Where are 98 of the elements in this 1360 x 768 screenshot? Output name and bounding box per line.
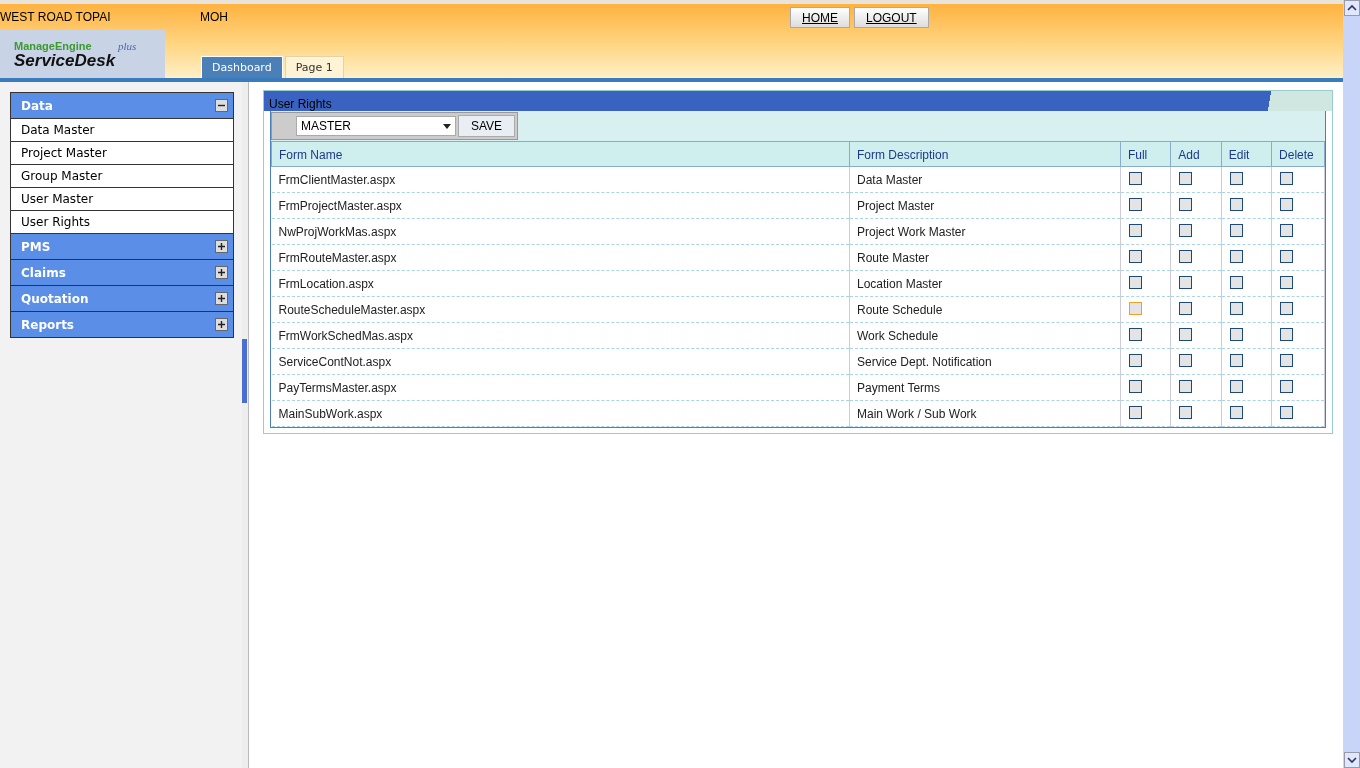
table-cell: RouteScheduleMaster.aspx [271,296,850,323]
plus-icon[interactable] [215,318,228,331]
dropdown[interactable]: MASTER [296,116,456,136]
plus-icon[interactable] [215,240,228,253]
minus-icon[interactable] [215,99,228,112]
location-label: WEST ROAD TOPAI [0,9,112,26]
table-cell: Project Master [849,192,1121,219]
checkbox[interactable] [1179,224,1193,237]
checkbox[interactable] [1128,406,1142,419]
user-label: MOH [200,9,229,26]
sidebar-item[interactable]: Group Master [11,164,233,187]
table-cell: NwProjWorkMas.aspx [271,218,850,245]
column-header: Add [1170,141,1222,167]
sidebar-item[interactable]: User Master [11,187,233,210]
checkbox[interactable] [1229,172,1243,185]
checkbox[interactable] [1179,380,1193,393]
group-label: Data [21,98,53,113]
checkbox[interactable] [1179,302,1193,315]
checkbox[interactable] [1280,224,1294,237]
checkbox[interactable] [1128,328,1142,341]
column-header: Full [1120,141,1171,167]
checkbox[interactable] [1280,328,1294,341]
table-cell: Data Master [849,166,1121,193]
table-cell: Location Master [849,270,1121,297]
checkbox[interactable] [1280,198,1294,211]
logo-top-text: ManageEngine [14,39,92,52]
checkbox[interactable] [1128,380,1142,393]
caret-icon [443,123,451,129]
checkbox[interactable] [1229,198,1243,211]
table-cell: ServiceContNot.aspx [271,348,850,375]
plus-icon[interactable] [215,266,228,279]
logo-main-text: ServiceDesk [14,51,116,69]
group-label: PMS [21,239,51,254]
checkbox[interactable] [1179,276,1193,289]
checkbox[interactable] [1128,276,1142,289]
checkbox[interactable] [1229,276,1243,289]
checkbox[interactable] [1280,276,1294,289]
panel-title: User Rights [269,97,332,111]
checkbox[interactable] [1128,354,1142,367]
nav-button[interactable]: LOGOUT [854,7,929,28]
checkbox[interactable] [1280,172,1294,185]
column-header: Edit [1221,141,1272,167]
table-cell: Project Work Master [849,218,1121,245]
scrollbar[interactable] [1343,0,1360,768]
checkbox[interactable] [1128,198,1142,211]
table-cell: Service Dept. Notification [849,348,1121,375]
checkbox[interactable] [1128,172,1142,185]
page-tab[interactable]: Dashboard [201,56,283,78]
checkbox[interactable] [1280,354,1294,367]
checkbox[interactable] [1229,302,1243,315]
checkbox[interactable] [1128,224,1142,237]
group-label: Quotation [21,291,89,306]
checkbox[interactable] [1229,406,1243,419]
nav-button[interactable]: HOME [790,7,850,28]
table-cell: Route Master [849,244,1121,271]
checkbox[interactable] [1280,406,1294,419]
save-button[interactable]: SAVE [458,115,516,137]
table-cell: FrmWorkSchedMas.aspx [271,322,850,349]
checkbox[interactable] [1229,354,1243,367]
checkbox[interactable] [1229,250,1243,263]
table-cell: Main Work / Sub Work [849,400,1121,427]
page-tab[interactable]: Page 1 [284,56,344,78]
checkbox[interactable] [1280,380,1294,393]
checkbox[interactable] [1179,172,1193,185]
checkbox[interactable] [1128,250,1142,263]
column-header: Form Description [849,141,1121,167]
table-cell: Work Schedule [849,322,1121,349]
checkbox[interactable] [1229,224,1243,237]
checkbox[interactable] [1179,250,1193,263]
table-cell: Payment Terms [849,374,1121,401]
sidebar-item[interactable]: Data Master [11,118,233,141]
checkbox[interactable] [1229,328,1243,341]
splitter-handle[interactable] [242,339,247,403]
checkbox[interactable] [1179,354,1193,367]
plus-icon[interactable] [215,292,228,305]
table-cell: FrmLocation.aspx [271,270,850,297]
table-cell: FrmProjectMaster.aspx [271,192,850,219]
column-header: Form Name [271,141,850,167]
table-cell: FrmRouteMaster.aspx [271,244,850,271]
table-cell: MainSubWork.aspx [271,400,850,427]
checkbox[interactable] [1179,406,1193,419]
table-cell: FrmClientMaster.aspx [271,166,850,193]
group-label: Reports [21,317,74,332]
checkbox[interactable] [1229,380,1243,393]
logo-suffix-text: plus [118,40,137,52]
table-cell: PayTermsMaster.aspx [271,374,850,401]
scroll-up-icon[interactable] [1343,0,1360,16]
checkbox[interactable] [1179,328,1193,341]
checkbox[interactable] [1128,302,1142,315]
group-label: Claims [21,265,66,280]
sidebar-item[interactable]: User Rights [11,210,233,233]
checkbox[interactable] [1179,198,1193,211]
checkbox[interactable] [1280,302,1294,315]
checkbox[interactable] [1280,250,1294,263]
table-cell: Route Schedule [849,296,1121,323]
sidebar-item[interactable]: Project Master [11,141,233,164]
scroll-down-icon[interactable] [1343,752,1360,768]
column-header: Delete [1271,141,1325,167]
